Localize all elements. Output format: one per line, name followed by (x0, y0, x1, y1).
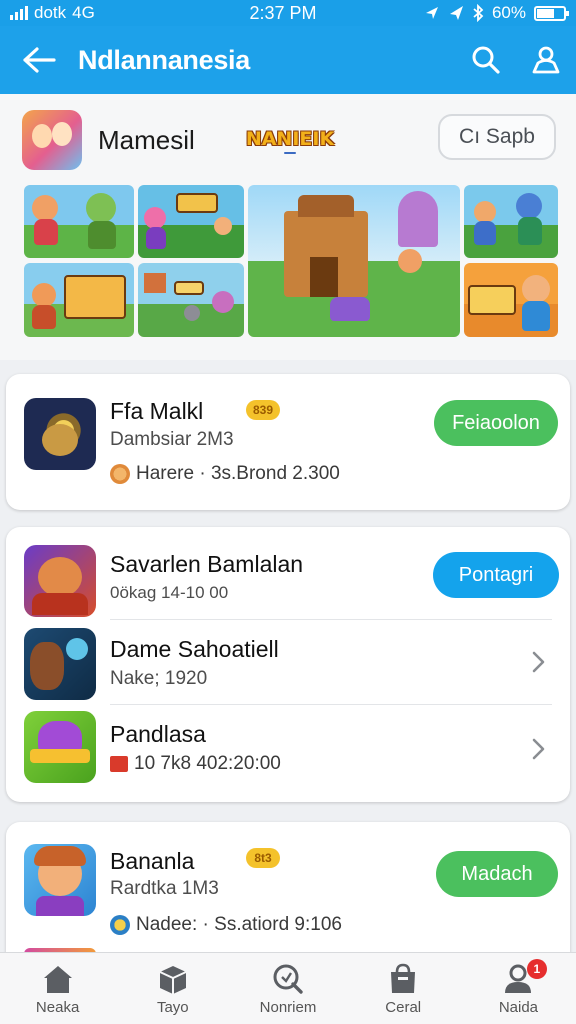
app-name: Dame Sahoatiell (110, 636, 279, 662)
app-name: Ffa Malkl (110, 398, 204, 424)
back-button[interactable] (0, 45, 78, 75)
publisher-avatar-icon (110, 915, 130, 935)
profile-button[interactable] (516, 44, 576, 76)
list-item[interactable]: Dame Sahoatiell Nake; 1920 (6, 620, 570, 704)
game-tile-7[interactable] (464, 263, 558, 337)
featured-logo-text: NANIEIK (245, 128, 335, 150)
bag-icon (391, 963, 416, 993)
notification-badge: 1 (526, 959, 547, 979)
rating-badge: 839 (246, 400, 280, 420)
signal-icon (10, 6, 28, 20)
chevron-right-icon[interactable] (528, 737, 548, 761)
app-meta-text: Nadee: · Ss.atiord 9:106 (136, 914, 342, 935)
arrow-left-icon (23, 47, 56, 73)
featured-logo: NANIEIK (242, 118, 338, 164)
battery-percent: 60% (491, 3, 526, 22)
nav-label: Naida (498, 999, 539, 1016)
featured-search-button[interactable]: Cı Sapb (438, 114, 556, 160)
install-button[interactable]: Feiaoolon (434, 400, 558, 446)
featured-name: Mamesil (98, 124, 195, 155)
install-button[interactable]: Madach (436, 851, 558, 897)
search-refresh-icon (273, 964, 303, 994)
app-subtitle: Rardtka 1M3 (110, 878, 219, 899)
nav-item-profile[interactable]: 1 Naida (461, 953, 576, 1024)
page-title: Ndlannanesia (78, 44, 250, 75)
featured-section: Mamesil NANIEIK Cı Sapb (0, 94, 576, 360)
featured-header: Mamesil NANIEIK Cı Sapb (22, 110, 558, 170)
nav-label: Tayo (156, 999, 189, 1016)
app-icon (24, 628, 96, 700)
carrier-label: dotk (34, 3, 67, 22)
nav-label: Ceral (385, 999, 422, 1016)
app-meta: Nadee: · Ss.atiord 9:106 (110, 914, 342, 936)
app-name: Pandlasa (110, 721, 206, 747)
chevron-right-icon[interactable] (528, 650, 548, 674)
app-meta: 10 7k8 402:20:00 (110, 753, 281, 775)
nav-item-ceral[interactable]: Ceral (346, 953, 461, 1024)
featured-avatar[interactable] (22, 110, 82, 170)
app-subtitle: Nake; 1920 (110, 668, 208, 689)
app-list-card: Savarlen Bamlalan 0ökag 14-10 00 Pontagr… (6, 527, 570, 802)
home-icon (43, 966, 72, 993)
bluetooth-icon (473, 4, 484, 22)
nav-label: Neaka (35, 999, 80, 1016)
send-icon (449, 6, 463, 20)
list-item[interactable]: Savarlen Bamlalan 0ökag 14-10 00 Pontagr… (6, 527, 570, 619)
app-subtitle: 10 7k8 402:20:00 (134, 753, 281, 774)
featured-logo-sub (284, 152, 296, 154)
search-icon (472, 46, 500, 74)
game-tile-4[interactable] (464, 185, 558, 258)
game-tile-6[interactable] (138, 263, 244, 337)
app-icon (24, 711, 96, 783)
search-button[interactable] (456, 44, 516, 76)
list-item[interactable]: Ffa Malkl 839 Dambsiar 2M3 Harere · 3s.B… (6, 374, 570, 510)
app-name: Bananla (110, 848, 195, 874)
publisher-avatar-icon (110, 464, 130, 484)
app-meta: Harere · 3s.Brond 2.300 (110, 463, 340, 485)
app-name: Savarlen Bamlalan (110, 551, 304, 577)
rating-badge: 8t3 (246, 848, 280, 868)
nav-item-tayo[interactable]: Tayo (115, 953, 230, 1024)
nav-item-nonriem[interactable]: Nonriem (230, 953, 345, 1024)
game-tile-1[interactable] (24, 185, 134, 258)
user-icon (532, 46, 560, 74)
flag-icon (110, 756, 128, 772)
app-card: Ffa Malkl 839 Dambsiar 2M3 Harere · 3s.B… (6, 374, 570, 510)
list-item[interactable]: Bananla 8t3 Rardtka 1M3 Nadee: · Ss.atio… (6, 822, 570, 952)
bottom-navigation: Neaka Tayo Nonriem Ceral 1 Naida (0, 952, 576, 1024)
game-tile-5[interactable] (24, 263, 134, 337)
clock: 2:37 PM (249, 2, 317, 23)
battery-icon (534, 5, 569, 21)
list-item[interactable]: Pandlasa 10 7k8 402:20:00 (6, 705, 570, 797)
app-icon (24, 545, 96, 617)
network-label: 4G (72, 3, 95, 22)
play-button[interactable]: Pontagri (433, 552, 559, 598)
game-tile-2[interactable] (138, 185, 244, 258)
app-icon (24, 398, 96, 470)
app-bar: Ndlannanesia (0, 26, 576, 94)
nav-item-home[interactable]: Neaka (0, 953, 115, 1024)
app-icon (24, 844, 96, 916)
status-bar: dotk 4G 2:37 PM 60% (0, 0, 576, 26)
box-icon (159, 966, 187, 994)
app-subtitle: 0ökag 14-10 00 (110, 583, 229, 602)
location-icon (425, 7, 438, 19)
nav-label: Nonriem (259, 999, 317, 1016)
app-subtitle: Dambsiar 2M3 (110, 429, 234, 450)
app-meta-text: Harere · 3s.Brond 2.300 (136, 463, 340, 484)
game-tile-3[interactable] (248, 185, 460, 337)
